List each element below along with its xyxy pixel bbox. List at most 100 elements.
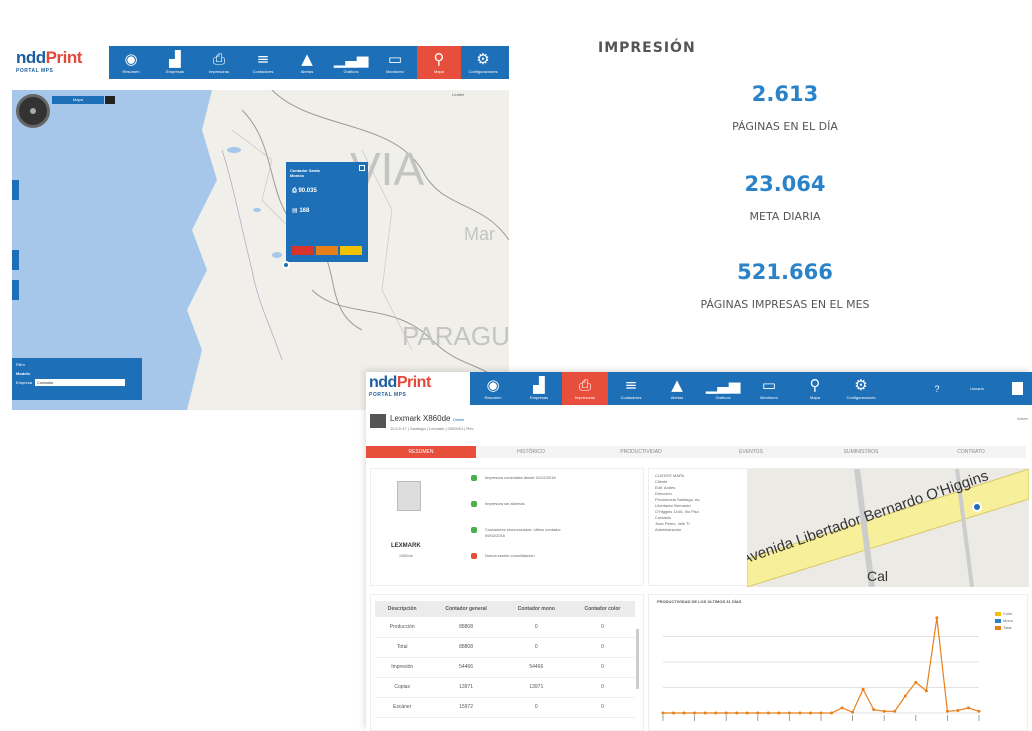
nav-item-mapa[interactable]: ⚲ Mapa bbox=[792, 372, 838, 405]
side-tab[interactable] bbox=[12, 280, 19, 300]
data-point[interactable] bbox=[745, 711, 749, 715]
data-point[interactable] bbox=[703, 711, 707, 715]
tab-productividad[interactable]: PRODUCTIVIDAD bbox=[586, 446, 696, 458]
table-cell: Escáner bbox=[375, 697, 430, 718]
data-point[interactable] bbox=[840, 706, 844, 710]
data-point[interactable] bbox=[882, 709, 886, 713]
data-point[interactable] bbox=[851, 710, 855, 714]
summary-panel: LEXMARK X860de Impresora conectada desde… bbox=[370, 468, 644, 586]
table-row: Impresión 54466 54466 0 bbox=[375, 657, 635, 678]
tab-suministros[interactable]: SUMINISTROS bbox=[806, 446, 916, 458]
filter-select[interactable]: Contador bbox=[35, 379, 126, 386]
brand-logo[interactable]: nddPrint PORTAL MPS bbox=[369, 374, 431, 398]
main-navbar: ◉ Resumen ▟ Empresas ⎙ Impresoras ≡ Contadores ▲… bbox=[470, 372, 1032, 405]
street-map: Avenida Libertador Bernardo O'Higgins Ca… bbox=[747, 469, 1029, 587]
data-point[interactable] bbox=[966, 706, 970, 710]
nav-item-alertas[interactable]: ▲ Alertas bbox=[654, 372, 700, 405]
popup-stat: ⎙ 90.035 bbox=[286, 178, 368, 195]
table-cell: 0 bbox=[502, 697, 570, 718]
nav-item-gráficos[interactable]: ▁▃▅ Gráficos bbox=[700, 372, 746, 405]
nav-item-mapa[interactable]: ⚲ Mapa bbox=[417, 46, 461, 79]
nav-item-impresoras[interactable]: ⎙ Impresoras bbox=[197, 46, 241, 79]
data-point[interactable] bbox=[777, 711, 781, 715]
nav-item-configuraciones[interactable]: ⚙ Configuraciones bbox=[461, 46, 505, 79]
data-point[interactable] bbox=[903, 694, 907, 698]
scrollbar[interactable] bbox=[636, 629, 639, 689]
nav-item-resumen[interactable]: ◉ Resumen bbox=[109, 46, 153, 79]
data-point[interactable] bbox=[661, 711, 665, 715]
table-header[interactable]: Contador general bbox=[429, 601, 503, 617]
alert-item: Impresora conectada desde 01/02/2016 bbox=[471, 475, 641, 501]
tab-contrato[interactable]: CONTRATO bbox=[916, 446, 1026, 458]
nav-item-contadores[interactable]: ≡ Contadores bbox=[608, 372, 654, 405]
counters-table: Descripción Contador general Contador mono… bbox=[375, 601, 635, 718]
nav-item-configuraciones[interactable]: ⚙ Configuraciones bbox=[838, 372, 884, 405]
data-point[interactable] bbox=[914, 680, 918, 684]
data-point[interactable] bbox=[872, 708, 876, 712]
map-marker-popup: Contador Santa Monica ⎙ 90.035 ▤ 168 bbox=[286, 162, 368, 262]
data-point[interactable] bbox=[724, 711, 728, 715]
data-point[interactable] bbox=[682, 711, 686, 715]
tab-eventos[interactable]: EVENTOS bbox=[696, 446, 806, 458]
data-point[interactable] bbox=[808, 711, 812, 715]
side-tab[interactable] bbox=[12, 180, 19, 200]
data-point[interactable] bbox=[714, 711, 718, 715]
data-point[interactable] bbox=[672, 711, 676, 715]
data-point[interactable] bbox=[693, 711, 697, 715]
legend-item: Total bbox=[995, 625, 1013, 630]
data-point[interactable] bbox=[787, 711, 791, 715]
help-button[interactable]: ? bbox=[922, 372, 952, 405]
nav-item-empresas[interactable]: ▟ Empresas bbox=[516, 372, 562, 405]
data-point[interactable] bbox=[924, 689, 928, 693]
main-navbar: ◉ Resumen ▟ Empresas ⎙ Impresoras ≡ Contadores ▲… bbox=[109, 46, 509, 79]
data-point[interactable] bbox=[945, 709, 949, 713]
map-layer-label: Mapa bbox=[72, 97, 83, 102]
avatar[interactable] bbox=[1002, 372, 1032, 405]
side-tab[interactable] bbox=[12, 250, 19, 270]
nav-item-contadores[interactable]: ≡ Contadores bbox=[241, 46, 285, 79]
table-cell: 54466 bbox=[502, 657, 570, 678]
nav-item-gráficos[interactable]: ▁▃▅ Gráficos bbox=[329, 46, 373, 79]
street-label: Cal bbox=[867, 568, 888, 584]
data-point[interactable] bbox=[819, 711, 823, 715]
data-point[interactable] bbox=[956, 708, 960, 712]
table-header[interactable]: Contador mono bbox=[502, 601, 570, 617]
map-layer-toggle[interactable]: Mapa bbox=[52, 96, 104, 104]
fullscreen-button[interactable] bbox=[105, 96, 115, 104]
nav-item-alertas[interactable]: ▲ Alertas bbox=[285, 46, 329, 79]
table-header[interactable]: Contador color bbox=[569, 601, 635, 617]
map-marker[interactable] bbox=[282, 261, 290, 269]
data-point[interactable] bbox=[977, 709, 981, 713]
location-map[interactable]: Avenida Libertador Bernardo O'Higgins Ca… bbox=[747, 469, 1029, 587]
brand-logo[interactable]: nddPrint PORTAL MPS bbox=[16, 48, 82, 74]
nav-label: Impresoras bbox=[574, 395, 595, 400]
back-link[interactable]: Volver bbox=[1017, 416, 1028, 421]
tab-resumen[interactable]: RESUMEN bbox=[366, 446, 476, 458]
nav-item-resumen[interactable]: ◉ Resumen bbox=[470, 372, 516, 405]
logo-subtitle: PORTAL MPS bbox=[16, 68, 54, 74]
data-point[interactable] bbox=[893, 709, 897, 713]
table-header[interactable]: Descripción bbox=[375, 601, 430, 617]
data-point[interactable] bbox=[766, 711, 770, 715]
alert-text: Nueva sesión consolidación bbox=[485, 553, 535, 558]
nav-item-monitoreo[interactable]: ▭ Monitoreo bbox=[373, 46, 417, 79]
data-point[interactable] bbox=[735, 711, 739, 715]
data-point[interactable] bbox=[861, 687, 865, 691]
data-point[interactable] bbox=[935, 616, 939, 620]
nav-item-monitoreo[interactable]: ▭ Monitoreo bbox=[746, 372, 792, 405]
nav-item-empresas[interactable]: ▟ Empresas bbox=[153, 46, 197, 79]
tab-histórico[interactable]: HISTÓRICO bbox=[476, 446, 586, 458]
map-area[interactable]: VIA PARAGUAY Mar Mapa Leaflet Contador S… bbox=[12, 90, 509, 410]
dashboard-icon: ◉ bbox=[486, 376, 500, 394]
productivity-chart bbox=[661, 616, 981, 721]
user-menu[interactable]: Usuario bbox=[952, 372, 1002, 405]
close-icon[interactable] bbox=[359, 165, 365, 171]
data-point[interactable] bbox=[756, 711, 760, 715]
data-point[interactable] bbox=[798, 711, 802, 715]
table-cell: 15972 bbox=[429, 697, 503, 718]
table-cell: Total bbox=[375, 637, 430, 658]
data-point[interactable] bbox=[830, 711, 834, 715]
map-zoom-control[interactable] bbox=[16, 94, 50, 128]
nav-item-impresoras[interactable]: ⎙ Impresoras bbox=[562, 372, 608, 405]
legend-swatch bbox=[995, 611, 1001, 616]
